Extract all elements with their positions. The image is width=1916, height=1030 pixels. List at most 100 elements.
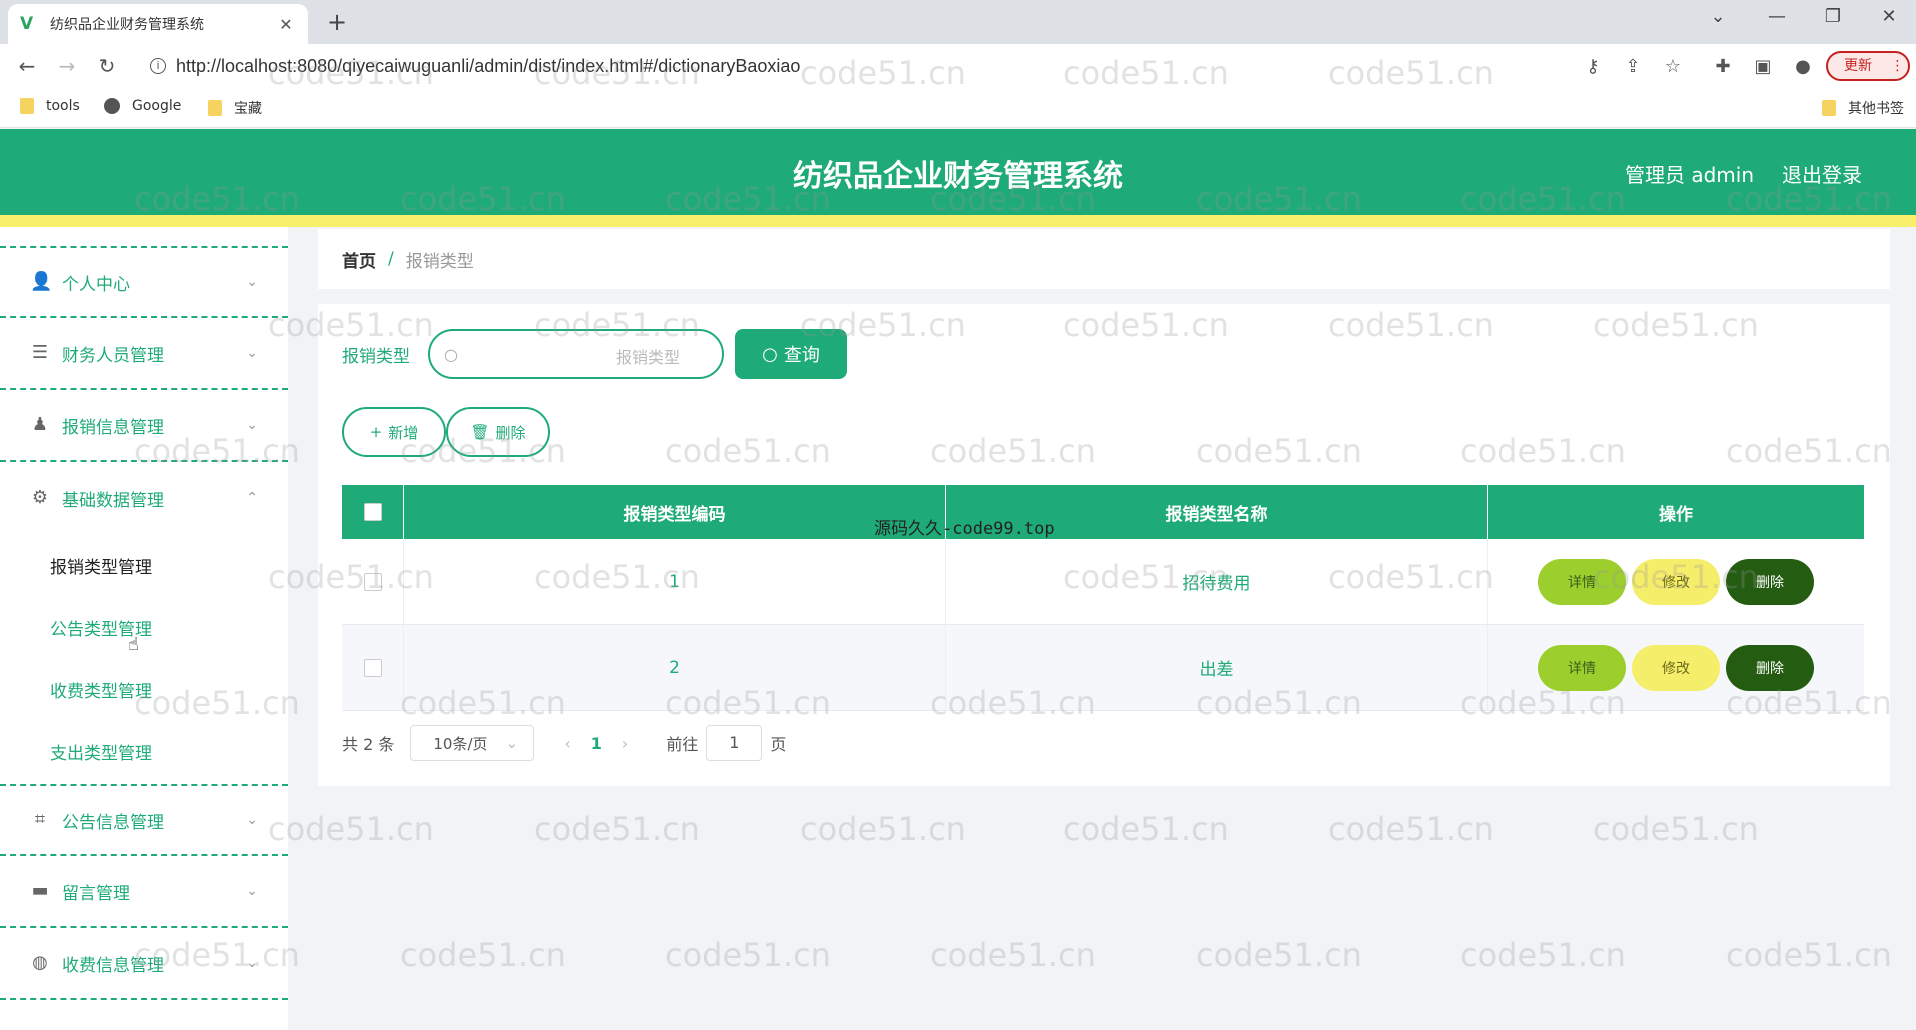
row-checkbox[interactable] [363, 658, 382, 677]
watermark: code51.cn [1328, 810, 1494, 848]
logout-link[interactable]: 退出登录 [1782, 159, 1862, 188]
profile-icon[interactable]: ● [1790, 54, 1816, 80]
column-header: 报销类型编码 [404, 485, 946, 539]
sidebar-subitem-expense-type[interactable]: 支出类型管理 [50, 739, 152, 764]
minimize-button[interactable]: — [1762, 6, 1792, 27]
sidebar-item-finance-staff[interactable]: ☰ 财务人员管理 ⌄ [0, 318, 288, 390]
watermark: code51.cn [268, 810, 434, 848]
sidebar-subitem-reimburse-type[interactable]: 报销类型管理 [50, 553, 152, 578]
prev-page-icon[interactable]: ‹ [564, 734, 570, 753]
breadcrumb-home[interactable]: 首页 [342, 247, 376, 272]
vue-logo-icon: V [20, 14, 34, 34]
globe-icon: ◍ [32, 952, 48, 973]
detail-button[interactable]: 详情 [1538, 558, 1626, 605]
star-icon[interactable]: ☆ [1660, 54, 1686, 80]
reload-button[interactable]: ↻ [92, 52, 122, 82]
watermark: code51.cn [1593, 810, 1759, 848]
watermark: code51.cn [1460, 936, 1626, 974]
search-placeholder: 报销类型 [616, 348, 681, 367]
data-table: 报销类型编码 报销类型名称 操作 1 招待费用 详情 修改 删除 2 出差 详情… [342, 485, 1864, 711]
column-header: 操作 [1659, 504, 1693, 525]
row-select-cell [342, 539, 404, 624]
row-select-cell [342, 625, 404, 710]
chevron-down-icon: ⌄ [246, 883, 258, 899]
sidebar-subitem-fee-type[interactable]: 收费类型管理 [50, 677, 152, 702]
edit-button[interactable]: 修改 [1632, 644, 1720, 691]
user-icon: 👤 [30, 271, 53, 292]
select-all-checkbox[interactable] [363, 503, 382, 521]
sidebar-item-reimbursement[interactable]: ♟ 报销信息管理 ⌄ [0, 390, 288, 462]
delete-button[interactable]: 删除 [1726, 558, 1814, 605]
pointer-cursor-icon: ☝ [128, 634, 139, 655]
edit-label: 修改 [1662, 660, 1690, 677]
sidebar-item-label: 公告信息管理 [62, 812, 164, 833]
close-icon[interactable]: ✕ [276, 15, 296, 34]
sidebar-item-profile[interactable]: 👤 个人中心 ⌄ [0, 246, 288, 318]
bookmark-tools[interactable]: tools [20, 98, 80, 114]
sidebar-item-label: 基础数据管理 [62, 490, 164, 511]
add-button[interactable]: + 新增 [342, 407, 446, 457]
sidebar-item-label: 收费信息管理 [62, 955, 164, 976]
restore-button[interactable]: ❐ [1818, 6, 1848, 27]
bookmark-treasure[interactable]: 宝藏 [208, 98, 262, 118]
person-icon: ♟ [31, 414, 49, 435]
detail-button[interactable]: 详情 [1538, 644, 1626, 691]
sidepanel-icon[interactable]: ▣ [1750, 54, 1776, 80]
back-button[interactable]: ← [12, 52, 42, 82]
delete-button[interactable]: 删除 [1726, 644, 1814, 691]
goto-page-input[interactable]: 1 [706, 725, 763, 761]
edit-label: 修改 [1662, 574, 1690, 591]
address-bar[interactable]: i http://localhost:8080/qiyecaiwuguanli/… [136, 49, 1696, 83]
watermark: code51.cn [400, 936, 566, 974]
next-page-icon[interactable]: › [622, 734, 628, 753]
globe-icon [104, 98, 120, 114]
search-icon: ○ [762, 343, 778, 365]
bookmark-label: 宝藏 [234, 101, 262, 117]
sidebar-item-messages[interactable]: ▬ 留言管理 ⌄ [0, 856, 288, 928]
content-card: 报销类型 ○ 报销类型 ○ 查询 + 新增 🗑 删除 报销类型编码 报销类型名称… [318, 304, 1890, 786]
chevron-down-icon[interactable]: ⌄ [1703, 6, 1733, 27]
share-icon[interactable]: ⇪ [1620, 54, 1646, 80]
breadcrumb: 首页 / 报销类型 [318, 229, 1890, 289]
breadcrumb-current: 报销类型 [405, 251, 474, 272]
cell-name: 出差 [946, 625, 1488, 710]
plus-icon: + [369, 423, 383, 441]
sidebar-item-notices[interactable]: ⌗ 公告信息管理 ⌄ [0, 784, 288, 856]
url-text[interactable]: http://localhost:8080/qiyecaiwuguanli/ad… [176, 56, 800, 77]
bookmark-google[interactable]: Google [104, 98, 181, 114]
chevron-down-icon: ⌄ [246, 955, 258, 971]
extensions-icon[interactable]: ✚ [1710, 54, 1736, 80]
bulk-delete-button[interactable]: 🗑 删除 [446, 407, 550, 457]
table-row: 2 出差 详情 修改 删除 [342, 625, 1864, 711]
folder-icon [20, 98, 34, 114]
key-icon[interactable]: ⚷ [1580, 54, 1606, 80]
delete-button-label: 删除 [495, 423, 526, 442]
pagination: 共 2 条 10条/页 ⌄ ‹ 1 › 前往 1 页 [342, 724, 786, 762]
trash-icon: 🗑 [470, 423, 490, 441]
watermark: code51.cn [1196, 936, 1362, 974]
browser-tabbar: V 纺织品企业财务管理系统 ✕ + ⌄ — ❐ ✕ [0, 0, 1916, 44]
watermark: code51.cn [930, 936, 1096, 974]
new-tab-button[interactable]: + [322, 8, 352, 38]
search-icon: ○ [444, 344, 458, 364]
browser-tab[interactable]: V 纺织品企业财务管理系统 ✕ [8, 4, 308, 44]
row-checkbox[interactable] [363, 572, 382, 591]
bookmarks-bar: tools Google 宝藏 其他书签 [0, 88, 1916, 128]
search-input[interactable]: ○ 报销类型 [428, 329, 724, 379]
other-bookmarks[interactable]: 其他书签 [1822, 98, 1904, 118]
window-close-button[interactable]: ✕ [1874, 6, 1904, 27]
update-label: 更新 [1844, 58, 1872, 74]
goto-suffix: 页 [770, 735, 787, 754]
page-size-select[interactable]: 10条/页 ⌄ [410, 725, 535, 761]
sidebar-item-fees[interactable]: ◍ 收费信息管理 ⌄ [0, 928, 288, 1000]
sidebar-item-basic-data[interactable]: ⚙ 基础数据管理 ⌃ [0, 462, 288, 534]
edit-button[interactable]: 修改 [1632, 558, 1720, 605]
info-icon[interactable]: i [150, 58, 166, 74]
chevron-down-icon: ⌄ [246, 345, 258, 361]
sidebar-item-label: 个人中心 [62, 274, 130, 295]
forward-button[interactable]: → [52, 52, 82, 82]
update-button[interactable]: 更新 ⋮ [1826, 51, 1910, 81]
query-button[interactable]: ○ 查询 [735, 329, 847, 379]
current-page[interactable]: 1 [591, 734, 602, 753]
delete-label: 删除 [1756, 574, 1784, 591]
